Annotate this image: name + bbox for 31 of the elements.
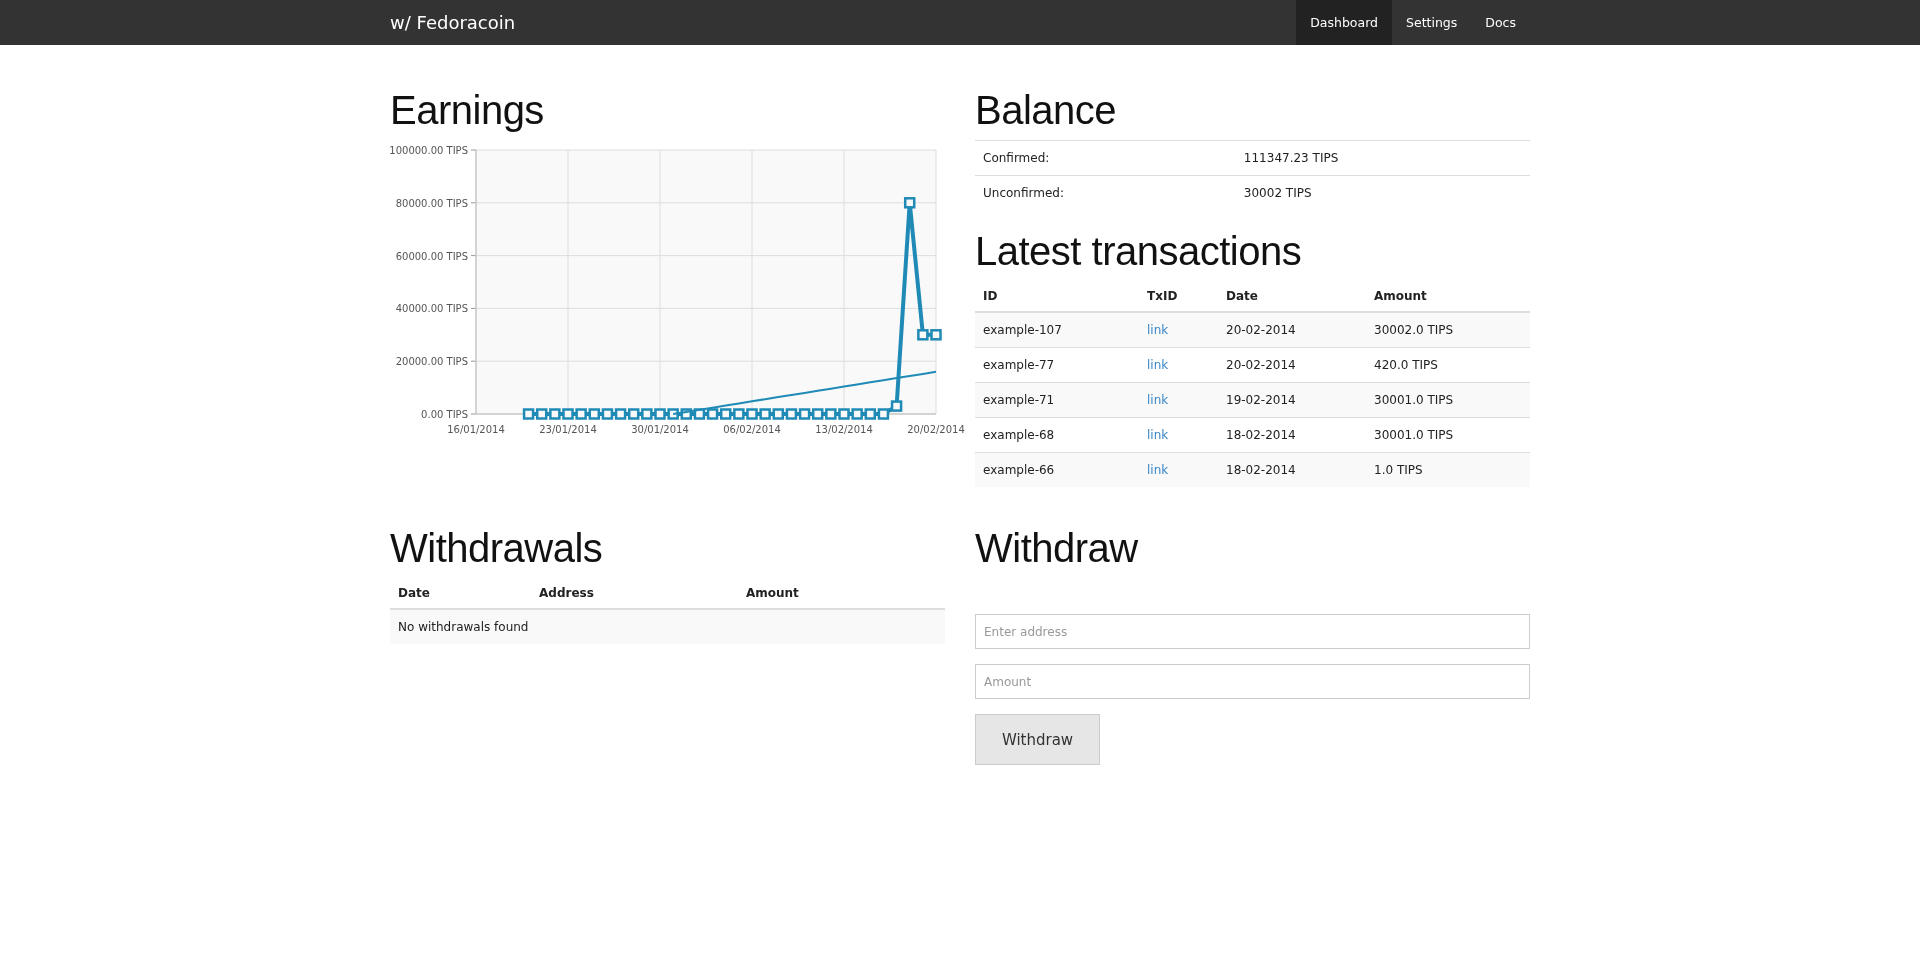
axis-label: 80000.00 TIPS bbox=[395, 197, 468, 209]
table-cell: example-71 bbox=[975, 382, 1139, 418]
axis-label: 60000.00 TIPS bbox=[395, 250, 468, 262]
axis-label: 30/01/2014 bbox=[631, 424, 689, 435]
empty-message: No withdrawals found bbox=[390, 609, 945, 644]
section-title: Latest transactions bbox=[975, 228, 1303, 275]
table-cell: example-107 bbox=[975, 312, 1139, 348]
table-cell: 19-02-2014 bbox=[1218, 382, 1366, 418]
axis-label: 40000.00 TIPS bbox=[395, 303, 468, 315]
table-cell: 30002.0 TIPS bbox=[1366, 312, 1530, 348]
axis-label: 20/02/2014 bbox=[907, 424, 965, 435]
table-cell: 20-02-2014 bbox=[1218, 312, 1366, 348]
axis-label: 100000.00 TIPS bbox=[389, 145, 468, 156]
axis-label: 13/02/2014 bbox=[815, 424, 873, 435]
axis-label: 06/02/2014 bbox=[723, 424, 781, 435]
axis-label: 16/01/2014 bbox=[447, 424, 505, 435]
section-title: Withdraw bbox=[975, 525, 1139, 572]
balance-label: Confirmed: bbox=[975, 140, 1236, 176]
balance-value: 111347.23 TIPS bbox=[1235, 140, 1530, 176]
balance-value: 30002 TIPS bbox=[1235, 175, 1530, 210]
section-title: Balance bbox=[975, 87, 1118, 134]
balance-label: Unconfirmed: bbox=[975, 175, 1236, 210]
table-cell: 1.0 TIPS bbox=[1366, 452, 1530, 487]
table-cell: 30001.0 TIPS bbox=[1366, 382, 1530, 418]
axis-label: 20000.00 TIPS bbox=[395, 356, 468, 368]
section-title: Earnings bbox=[390, 87, 545, 134]
section-title: Withdrawals bbox=[390, 525, 604, 572]
axis-label: 0.00 TIPS bbox=[421, 409, 468, 420]
table-cell: 18-02-2014 bbox=[1218, 452, 1366, 487]
table-cell: example-66 bbox=[975, 452, 1139, 487]
axis-label: 23/01/2014 bbox=[539, 424, 597, 435]
